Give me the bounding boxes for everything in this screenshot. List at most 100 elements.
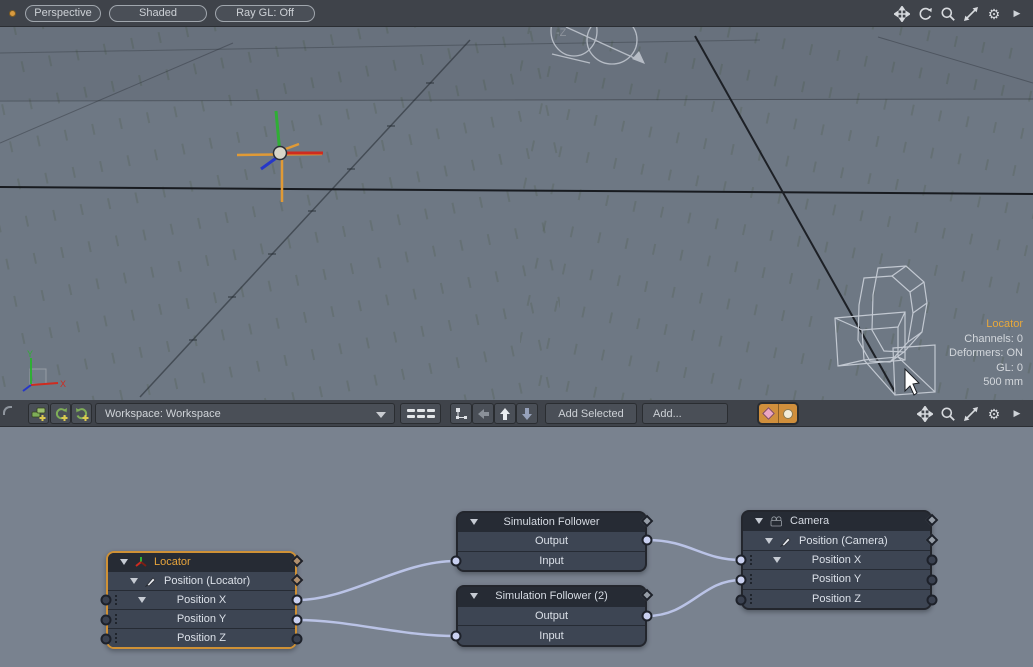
input-connector[interactable] (736, 595, 747, 606)
disclosure-icon[interactable] (755, 518, 763, 524)
node-header[interactable]: Camera (743, 512, 930, 530)
nav-down-button[interactable] (516, 403, 538, 424)
nav-up-button[interactable] (494, 403, 516, 424)
output-connector[interactable] (292, 595, 303, 606)
channel-label: Position Z (177, 632, 226, 644)
zoom-icon[interactable] (940, 406, 956, 422)
drag-dots-icon (750, 578, 752, 580)
output-connector[interactable] (642, 611, 653, 622)
disclosure-icon[interactable] (773, 557, 781, 563)
wire (647, 580, 741, 616)
output-connector[interactable] (927, 575, 938, 586)
add-channel-button[interactable] (50, 403, 71, 424)
gear-icon[interactable]: ⚙ (986, 406, 1002, 422)
output-connector[interactable] (292, 634, 303, 645)
output-row[interactable]: Output (458, 531, 645, 550)
connector-style-toggle-group (757, 402, 799, 425)
input-connector[interactable] (101, 634, 112, 645)
channel-row[interactable]: Position X (108, 590, 295, 609)
viewport-indicator-dot[interactable] (9, 10, 16, 17)
add-link-button[interactable] (71, 403, 92, 424)
perspective-viewport[interactable]: Y X -Z Locator Channels: 0 Deformers: ON… (0, 27, 1033, 400)
flyout-icon[interactable]: ▶ (1009, 6, 1025, 22)
info-grid-size: 500 mm (949, 375, 1023, 390)
view-mode-button[interactable]: Perspective (25, 5, 101, 22)
disclosure-icon[interactable] (470, 593, 478, 599)
disclosure-icon[interactable] (470, 519, 478, 525)
channel-row[interactable]: Position Z (743, 589, 930, 608)
input-connector[interactable] (736, 575, 747, 586)
tree-view-button[interactable] (450, 403, 472, 424)
channel-row[interactable]: Position Y (108, 609, 295, 628)
schematic-toolbar: Workspace: Workspace Add Selected Add. (0, 400, 1033, 427)
channel-label: Position Z (812, 593, 861, 605)
input-connector[interactable] (451, 631, 462, 642)
node-title: Locator (154, 556, 191, 568)
shading-mode-button[interactable]: Shaded (109, 5, 207, 22)
panel-corner-handle[interactable] (3, 406, 12, 415)
modo-window: Perspective Shaded Ray GL: Off ⚙ ▶ (0, 0, 1033, 667)
schematic-view[interactable]: Locator Position (Locator) Position X Po… (0, 427, 1033, 667)
maximize-icon[interactable] (963, 6, 979, 22)
node-title: Simulation Follower (504, 516, 600, 528)
arrow-up-icon (497, 406, 513, 422)
channel-row[interactable]: Position Z (108, 628, 295, 647)
input-connector[interactable] (451, 556, 462, 567)
node-header[interactable]: Locator (108, 553, 295, 571)
workspace-dropdown[interactable]: Workspace: Workspace (95, 403, 395, 424)
input-row[interactable]: Input (458, 625, 645, 645)
input-connector[interactable] (101, 615, 112, 626)
node-simulation-follower-2[interactable]: Simulation Follower (2) Output Input (456, 585, 647, 647)
input-connector[interactable] (736, 555, 747, 566)
move-icon[interactable] (917, 406, 933, 422)
rotate-icon[interactable] (917, 6, 933, 22)
channel-row[interactable]: Position X (743, 550, 930, 569)
disclosure-icon[interactable] (120, 559, 128, 565)
input-connector[interactable] (101, 595, 112, 606)
node-header[interactable]: Simulation Follower (2) (458, 587, 645, 606)
wire (647, 540, 741, 560)
viewport-info-block: Locator Channels: 0 Deformers: ON GL: 0 … (949, 317, 1023, 390)
flyout-icon[interactable]: ▶ (1009, 406, 1025, 422)
channel-label: Position Y (812, 573, 861, 585)
selected-item-name: Locator (949, 317, 1023, 332)
channel-label: Position X (177, 594, 227, 606)
drag-dots-icon (750, 559, 752, 561)
locator-icon (135, 556, 147, 568)
zoom-icon[interactable] (940, 6, 956, 22)
channel-group-label: Position (Camera) (799, 535, 888, 547)
circle-toggle[interactable] (778, 404, 798, 423)
raygl-button[interactable]: Ray GL: Off (215, 5, 315, 22)
nav-back-button[interactable] (472, 403, 494, 424)
disclosure-icon[interactable] (765, 538, 773, 544)
maximize-icon[interactable] (963, 406, 979, 422)
drag-dots-icon (750, 598, 752, 600)
channel-group-row[interactable]: Position (Locator) (108, 571, 295, 590)
layout-grid-button[interactable] (400, 403, 441, 424)
dropdown-arrow-icon (376, 412, 386, 418)
output-row[interactable]: Output (458, 606, 645, 626)
input-row[interactable]: Input (458, 551, 645, 570)
node-locator[interactable]: Locator Position (Locator) Position X Po… (106, 551, 297, 649)
add-selected-button[interactable]: Add Selected (545, 403, 637, 424)
node-simulation-follower[interactable]: Simulation Follower Output Input (456, 511, 647, 572)
add-link-loop-icon (74, 406, 90, 422)
gear-icon[interactable]: ⚙ (986, 6, 1002, 22)
channel-row[interactable]: Position Y (743, 569, 930, 588)
move-icon[interactable] (894, 6, 910, 22)
add-button[interactable]: Add... (642, 403, 728, 424)
output-connector[interactable] (642, 535, 653, 546)
node-header[interactable]: Simulation Follower (458, 513, 645, 531)
disclosure-icon[interactable] (130, 578, 138, 584)
output-connector[interactable] (292, 615, 303, 626)
output-connector[interactable] (927, 595, 938, 606)
add-nodes-button[interactable] (28, 403, 49, 424)
diamond-toggle[interactable] (759, 404, 778, 423)
node-camera[interactable]: Camera Position (Camera) Position X Posi… (741, 510, 932, 610)
channel-group-row[interactable]: Position (Camera) (743, 530, 930, 549)
drag-dots-icon (115, 637, 117, 639)
channel-icon (780, 535, 792, 547)
info-deformers: Deformers: ON (949, 346, 1023, 361)
output-connector[interactable] (927, 555, 938, 566)
disclosure-icon[interactable] (138, 597, 146, 603)
